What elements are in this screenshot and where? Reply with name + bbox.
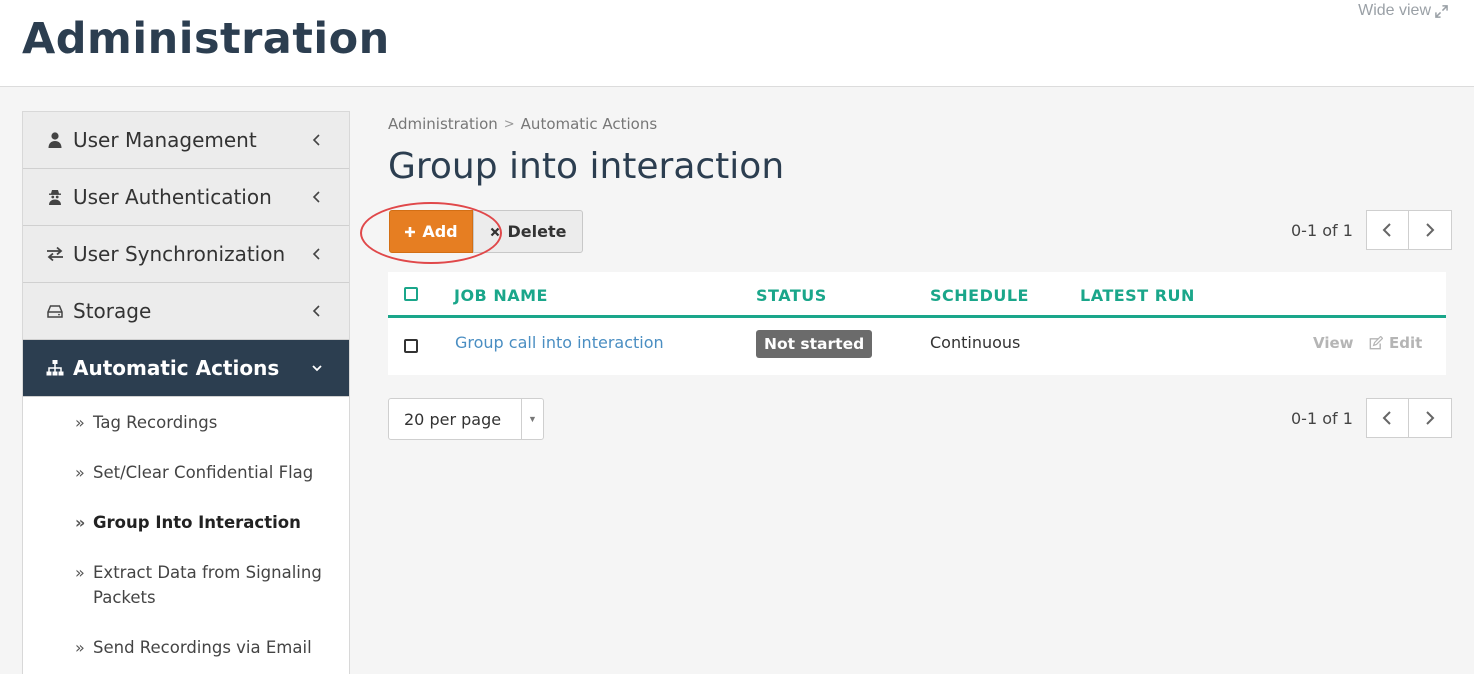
table-header: JOB NAME STATUS SCHEDULE LATEST RUN [388, 272, 1446, 318]
sidebar-item-label: User Synchronization [73, 242, 286, 266]
subitem-label: Extract Data from Signaling Packets [93, 563, 322, 607]
double-chevron-icon: » [75, 513, 86, 532]
per-page-select[interactable]: 20 per page ▼ [388, 398, 544, 440]
job-name-link[interactable]: Group call into interaction [455, 333, 664, 352]
sidebar-item-user-authentication[interactable]: User Authentication [23, 169, 349, 226]
sidebar-item-user-synchronization[interactable]: User Synchronization [23, 226, 349, 283]
subitem-tag-recordings[interactable]: » Tag Recordings [23, 410, 349, 435]
subitem-confidential-flag[interactable]: » Set/Clear Confidential Flag [23, 460, 349, 485]
exchange-icon [45, 244, 65, 264]
edit-link[interactable]: Edit [1368, 334, 1422, 352]
page-title: Administration [22, 14, 390, 64]
sidebar-item-label: Automatic Actions [73, 356, 280, 380]
chevron-left-icon [312, 248, 320, 260]
next-page-button[interactable] [1408, 210, 1452, 250]
subitem-label: Send Recordings via Email [93, 638, 312, 657]
breadcrumb: Administration > Automatic Actions [388, 115, 657, 133]
subitem-label: Group Into Interaction [93, 513, 301, 532]
delete-button-label: Delete [507, 222, 567, 241]
chevron-left-icon [1382, 223, 1392, 237]
wide-view-toggle[interactable]: Wide view [1358, 2, 1448, 20]
sidebar-item-storage[interactable]: Storage [23, 283, 349, 340]
previous-page-button[interactable] [1365, 398, 1409, 438]
column-header-schedule[interactable]: SCHEDULE [930, 286, 1029, 305]
chevron-right-icon [1426, 411, 1435, 425]
double-chevron-icon: » [75, 563, 85, 582]
subitem-label: Set/Clear Confidential Flag [93, 463, 314, 482]
per-page-value: 20 per page [404, 409, 502, 429]
hdd-icon [45, 301, 65, 321]
chevron-left-icon [312, 191, 320, 203]
breadcrumb-separator: > [503, 116, 515, 132]
select-all-checkbox[interactable] [404, 287, 418, 301]
plus-icon [405, 226, 416, 237]
user-icon [45, 130, 65, 150]
next-page-button[interactable] [1408, 398, 1452, 438]
view-link[interactable]: View [1313, 334, 1354, 352]
double-chevron-icon: » [75, 638, 85, 657]
content-title: Group into interaction [388, 146, 785, 187]
subitem-send-recordings-email[interactable]: » Send Recordings via Email [23, 635, 349, 660]
chevron-left-icon [1382, 411, 1392, 425]
breadcrumb-automatic-actions[interactable]: Automatic Actions [521, 115, 658, 133]
add-button[interactable]: Add [389, 210, 473, 253]
column-header-job-name[interactable]: JOB NAME [454, 286, 548, 305]
chevron-right-icon [1426, 223, 1435, 237]
sitemap-icon [45, 358, 65, 378]
chevron-down-icon [312, 365, 322, 372]
delete-button[interactable]: Delete [473, 210, 583, 253]
row-checkbox[interactable] [404, 339, 418, 353]
sidebar-item-user-management[interactable]: User Management [23, 112, 349, 169]
column-header-latest-run[interactable]: LATEST RUN [1080, 286, 1195, 305]
caret-down-icon: ▼ [521, 399, 543, 439]
double-chevron-icon: » [75, 413, 85, 432]
chevron-left-icon [312, 134, 320, 146]
schedule-value: Continuous [930, 333, 1021, 352]
edit-link-label: Edit [1389, 334, 1423, 352]
subitem-label: Tag Recordings [93, 413, 218, 432]
table-row: Group call into interaction Not started … [388, 318, 1446, 372]
sidebar-item-automatic-actions[interactable]: Automatic Actions [23, 340, 349, 397]
jobs-table: JOB NAME STATUS SCHEDULE LATEST RUN Grou… [388, 272, 1446, 375]
pagination-top: 0-1 of 1 [1291, 210, 1452, 250]
status-badge: Not started [756, 330, 873, 358]
chevron-left-icon [312, 305, 320, 317]
sidebar: User Management User Authentication User… [22, 111, 350, 674]
expand-icon [1435, 4, 1448, 18]
automatic-actions-submenu: » Tag Recordings » Set/Clear Confidentia… [23, 410, 349, 660]
column-header-status[interactable]: STATUS [756, 286, 827, 305]
previous-page-button[interactable] [1365, 210, 1409, 250]
subitem-extract-signaling-data[interactable]: » Extract Data from Signaling Packets [23, 560, 349, 610]
sidebar-item-label: Storage [73, 299, 152, 323]
edit-icon [1369, 335, 1383, 349]
sidebar-item-label: User Authentication [73, 185, 272, 209]
subitem-group-into-interaction[interactable]: » Group Into Interaction [23, 510, 349, 535]
breadcrumb-administration[interactable]: Administration [388, 115, 498, 133]
close-icon [490, 227, 499, 236]
user-secret-icon [45, 187, 65, 207]
double-chevron-icon: » [75, 463, 85, 482]
pagination-bottom: 0-1 of 1 [1291, 398, 1452, 438]
page-header: Administration Wide view [0, 0, 1474, 87]
add-button-label: Add [422, 222, 458, 241]
pagination-range: 0-1 of 1 [1291, 408, 1353, 428]
sidebar-item-label: User Management [73, 128, 257, 152]
pagination-range: 0-1 of 1 [1291, 220, 1353, 240]
wide-view-label: Wide view [1358, 2, 1431, 19]
